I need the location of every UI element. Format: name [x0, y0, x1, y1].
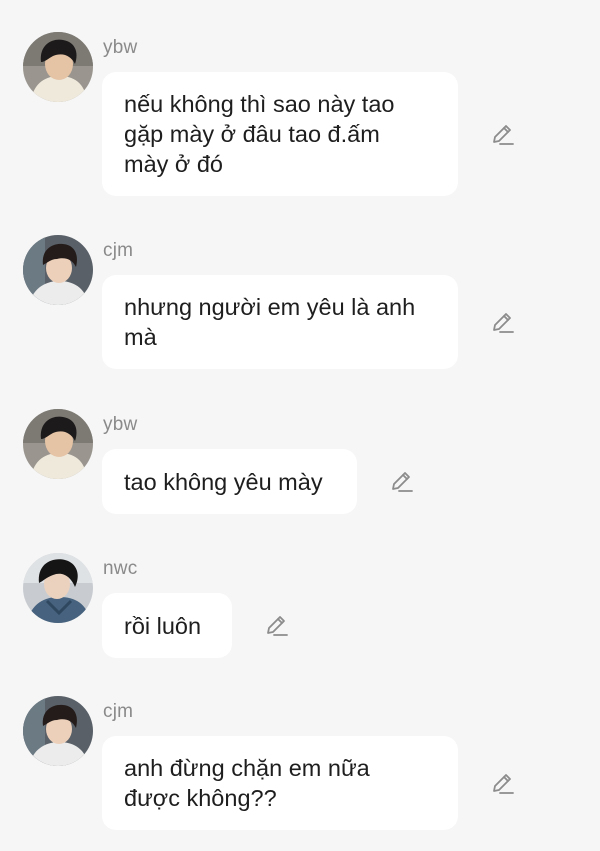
pencil-icon[interactable]	[490, 122, 516, 148]
avatar-cjm-icon[interactable]	[23, 235, 93, 305]
message-item: cjm anh đừng chặn em nữa được không??	[0, 696, 600, 836]
message-bubble[interactable]: rồi luôn	[102, 593, 232, 658]
message-text: tao không yêu mày	[124, 468, 323, 495]
message-bubble[interactable]: anh đừng chặn em nữa được không??	[102, 736, 458, 830]
message-item: ybw tao không yêu mày	[0, 409, 600, 519]
sender-name: nwc	[103, 558, 138, 579]
pencil-icon[interactable]	[490, 771, 516, 797]
avatar-cjm-icon[interactable]	[23, 696, 93, 766]
avatar-nwc-icon[interactable]	[23, 553, 93, 623]
message-text: rồi luôn	[124, 612, 202, 639]
sender-name: cjm	[103, 701, 134, 722]
message-item: ybw nếu không thì sao này tao gặp mày ở …	[0, 32, 600, 202]
message-bubble[interactable]: tao không yêu mày	[102, 449, 357, 514]
message-text: nhưng người em yêu là anh mà	[124, 294, 416, 350]
avatar-ybw-icon[interactable]	[23, 32, 93, 102]
pencil-icon[interactable]	[389, 469, 415, 495]
message-bubble[interactable]: nếu không thì sao này tao gặp mày ở đâu …	[102, 72, 458, 196]
chat-thread: ybw nếu không thì sao này tao gặp mày ở …	[0, 0, 600, 851]
message-text: anh đừng chặn em nữa được không??	[124, 755, 370, 811]
message-bubble[interactable]: nhưng người em yêu là anh mà	[102, 275, 458, 369]
sender-name: cjm	[103, 240, 134, 261]
pencil-icon[interactable]	[490, 310, 516, 336]
sender-name: ybw	[103, 37, 138, 58]
pencil-icon[interactable]	[264, 613, 290, 639]
message-item: nwc rồi luôn	[0, 553, 600, 663]
message-text: nếu không thì sao này tao gặp mày ở đâu …	[124, 91, 395, 177]
sender-name: ybw	[103, 414, 138, 435]
avatar-ybw-icon[interactable]	[23, 409, 93, 479]
message-item: cjm nhưng người em yêu là anh mà	[0, 235, 600, 375]
